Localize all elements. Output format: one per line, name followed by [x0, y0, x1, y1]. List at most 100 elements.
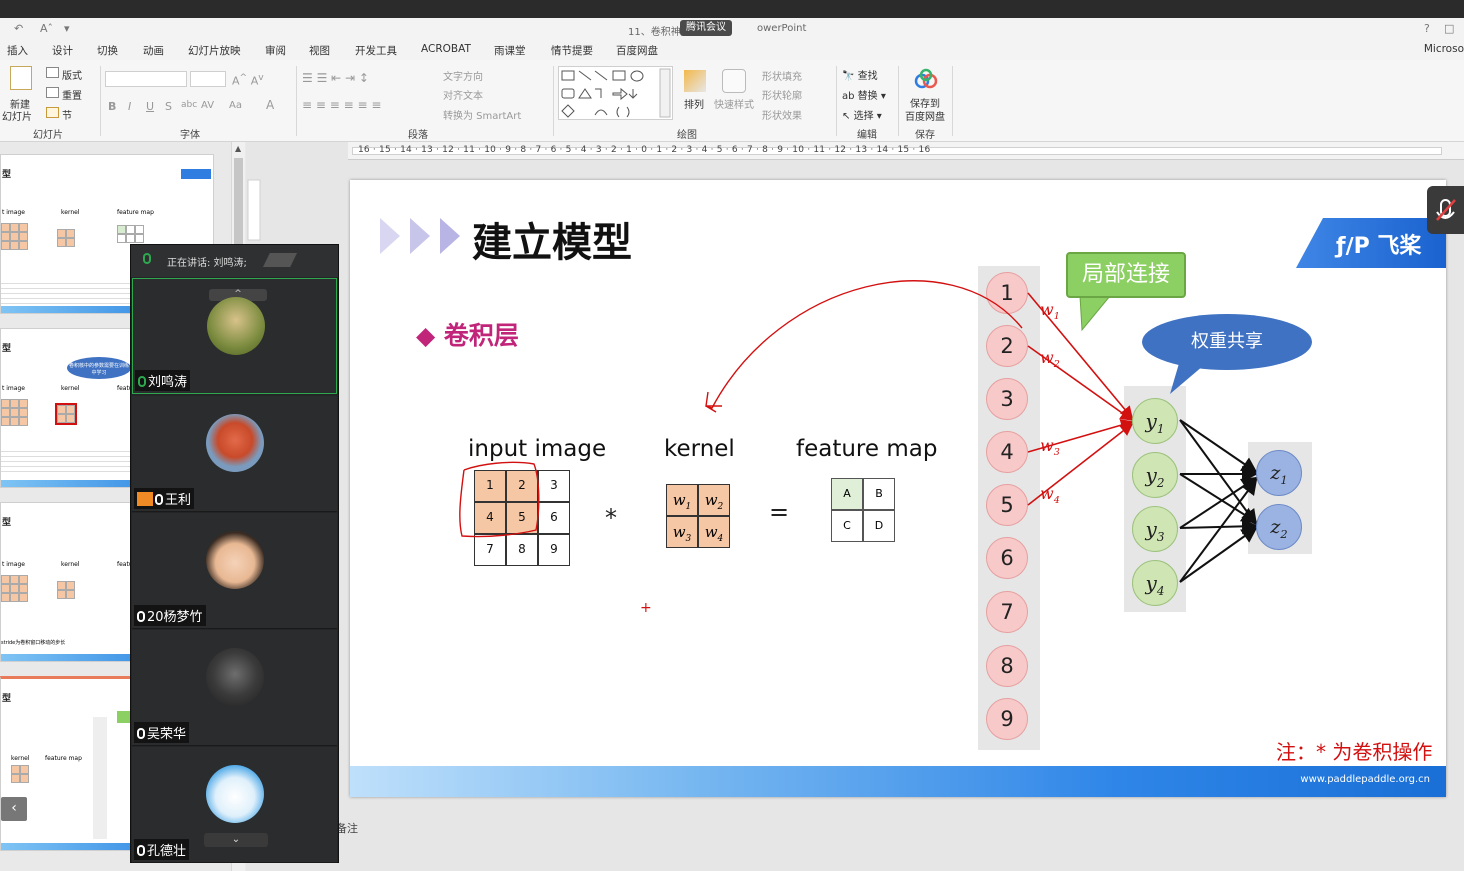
- slide-footer-bar: www.paddlepaddle.org.cn: [350, 766, 1446, 797]
- tab-rain-classroom[interactable]: 雨课堂: [494, 43, 526, 58]
- arrange-button[interactable]: 排列: [684, 96, 704, 111]
- char-spacing-icon[interactable]: AV: [201, 100, 214, 111]
- previous-slide-button[interactable]: ‹: [1, 797, 27, 821]
- tab-view[interactable]: 视图: [309, 43, 330, 58]
- reset-button[interactable]: 重置: [62, 87, 82, 102]
- participant-tile[interactable]: ⌄ 孔德壮: [132, 747, 337, 863]
- tab-baidu-netdisk[interactable]: 百度网盘: [616, 43, 658, 58]
- group-label-paragraph: 段落: [408, 130, 428, 141]
- hidden-node-y3: y3: [1132, 506, 1178, 552]
- output-node-z2: z2: [1256, 504, 1302, 550]
- change-case-icon[interactable]: Aa: [229, 100, 242, 111]
- tab-animations[interactable]: 动画: [143, 43, 164, 58]
- ruler-ticks: 16 · 15 · 14 · 13 · 12 · 11 · 10 · 9 · 8…: [358, 145, 931, 155]
- tab-review[interactable]: 审阅: [265, 43, 286, 58]
- section-icon[interactable]: [46, 107, 59, 118]
- shape-effects-button[interactable]: 形状效果: [762, 107, 802, 122]
- participant-tile[interactable]: 吴荣华: [132, 630, 337, 746]
- speaking-indicator: 正在讲话: 刘鸣涛;: [167, 258, 247, 269]
- participant-tile[interactable]: ^ 刘鸣涛: [132, 278, 337, 394]
- thumb-equations: [1, 279, 131, 305]
- thumb-label: feature map: [45, 755, 82, 762]
- new-slide-icon[interactable]: [10, 66, 32, 90]
- convolution-note: 注：* 为卷积操作: [1276, 740, 1433, 764]
- restore-icon[interactable]: □: [1444, 22, 1454, 35]
- shape-fill-button[interactable]: 形状填充: [762, 68, 802, 83]
- select-button[interactable]: ↖ 选择 ▾: [842, 107, 882, 122]
- meeting-share-badge[interactable]: 腾讯会议: [680, 20, 732, 36]
- italic-icon[interactable]: I: [128, 100, 131, 113]
- ribbon-separator: [836, 66, 837, 136]
- layout-icon[interactable]: [46, 67, 59, 78]
- find-button[interactable]: 🔭 查找: [842, 67, 878, 82]
- strikethrough-icon[interactable]: abc: [181, 100, 197, 110]
- meeting-badge-label: 腾讯会议: [686, 22, 726, 33]
- thumb-title: 型: [2, 694, 12, 704]
- weight-label-w2: w2: [1040, 348, 1060, 371]
- replace-icon: ab: [842, 91, 855, 102]
- mute-button[interactable]: [1427, 186, 1464, 234]
- tab-insert[interactable]: 插入: [7, 43, 28, 58]
- tab-developer[interactable]: 开发工具: [355, 43, 397, 58]
- mic-muted-icon: [137, 845, 145, 856]
- tab-transitions[interactable]: 切换: [97, 43, 118, 58]
- thumb-title: 型: [2, 344, 12, 354]
- bold-icon[interactable]: B: [108, 100, 116, 113]
- ribbon-separator: [553, 66, 554, 136]
- customize-icon[interactable]: ▾: [64, 22, 70, 35]
- baidu-netdisk-label[interactable]: 百度网盘: [905, 108, 945, 123]
- thumb-input-grid: [1, 575, 28, 602]
- font-size-icon[interactable]: Aˆ: [40, 22, 53, 35]
- participant-tile[interactable]: 20杨梦竹: [132, 513, 337, 629]
- thumb-label: t image: [2, 209, 25, 216]
- mic-icon: [138, 376, 146, 387]
- convert-smartart-button[interactable]: 转换为 SmartArt: [443, 107, 521, 122]
- thumb-node-column: [93, 717, 107, 839]
- thumb-label: kernel: [61, 209, 80, 216]
- participant-tile[interactable]: 王利: [132, 396, 337, 512]
- new-slide-label-2[interactable]: 幻灯片: [2, 108, 32, 123]
- shapes-icon: [561, 68, 671, 118]
- underline-icon[interactable]: U: [146, 100, 154, 113]
- thumb-label: kernel: [61, 385, 80, 392]
- align-icons[interactable]: ≡ ≡ ≡ ≡ ≡ ≡: [302, 98, 381, 112]
- account-label[interactable]: Microso: [1424, 43, 1464, 55]
- help-icon[interactable]: ?: [1424, 22, 1430, 35]
- replace-button[interactable]: ab 替换 ▾: [842, 87, 886, 102]
- quick-access-icon[interactable]: ↶: [14, 22, 23, 35]
- tab-slideshow[interactable]: 幻灯片放映: [188, 43, 241, 58]
- chevron-down-icon[interactable]: ⌄: [204, 833, 268, 847]
- quick-styles-icon[interactable]: [722, 69, 746, 93]
- grow-font-icon[interactable]: A^ Av: [232, 72, 264, 88]
- bullets-icon[interactable]: ☰ ☰ ⇤ ⇥ ↕: [302, 71, 369, 85]
- horizontal-ruler[interactable]: 16 · 15 · 14 · 13 · 12 · 11 · 10 · 9 · 8…: [348, 142, 1464, 160]
- tab-storyboard[interactable]: 情节提要: [551, 43, 593, 58]
- arrange-icon[interactable]: [684, 70, 706, 92]
- shape-outline-button[interactable]: 形状轮廓: [762, 87, 802, 102]
- shadow-icon[interactable]: S: [165, 100, 172, 113]
- tab-design[interactable]: 设计: [52, 43, 73, 58]
- font-name-dropdown[interactable]: [105, 71, 187, 87]
- text-direction-button[interactable]: 文字方向: [443, 68, 483, 83]
- layout-button[interactable]: 版式: [62, 67, 82, 82]
- section-button[interactable]: 节: [62, 107, 72, 122]
- align-text-button[interactable]: 对齐文本: [443, 87, 483, 102]
- ribbon-separator: [898, 66, 899, 136]
- baidu-netdisk-icon[interactable]: [914, 68, 938, 90]
- reset-icon[interactable]: [46, 87, 59, 98]
- participant-name: 刘鸣涛: [135, 370, 191, 391]
- avatar: [207, 297, 265, 355]
- notes-label[interactable]: 备注: [336, 820, 358, 836]
- tab-acrobat[interactable]: ACROBAT: [421, 43, 471, 55]
- font-color-icon[interactable]: A: [266, 98, 274, 112]
- font-size-dropdown[interactable]: [190, 71, 226, 87]
- pen-cursor-mark: +: [640, 600, 652, 616]
- quick-styles-button[interactable]: 快速样式: [714, 96, 754, 111]
- meeting-video-panel[interactable]: 正在讲话: 刘鸣涛; ^ 刘鸣涛 王利 20杨梦竹 吴荣华 ⌄ 孔德壮: [130, 244, 339, 863]
- slide-canvas[interactable]: 建立模型 ƒ∕P 飞桨 ◆ 卷积层 input image kernel fea…: [350, 180, 1446, 797]
- find-label: 查找: [857, 71, 878, 82]
- thumb-label: kernel: [61, 561, 80, 568]
- thumb-input-grid: [1, 399, 28, 426]
- scroll-up-icon[interactable]: ▲: [235, 144, 241, 153]
- shapes-gallery[interactable]: [558, 66, 673, 120]
